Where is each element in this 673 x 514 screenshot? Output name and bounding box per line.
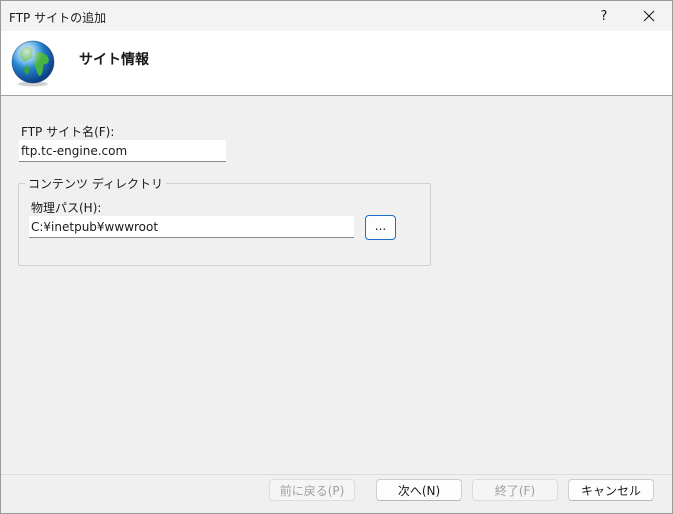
content-directory-label: コンテンツ ディレクトリ xyxy=(25,175,166,192)
finish-label: 終了(F) xyxy=(494,483,536,498)
next-button[interactable]: 次へ(N) xyxy=(376,479,462,501)
physical-path-input[interactable] xyxy=(29,216,354,238)
browse-label: ... xyxy=(374,219,387,233)
help-label: ? xyxy=(600,8,608,24)
close-icon xyxy=(643,10,655,22)
browse-button[interactable]: ... xyxy=(365,215,396,240)
wizard-header: サイト情報 xyxy=(1,31,672,96)
page-heading: サイト情報 xyxy=(79,52,149,68)
help-button[interactable]: ? xyxy=(582,1,626,31)
cancel-label: キャンセル xyxy=(580,483,641,498)
footer-separator xyxy=(1,474,672,475)
finish-button[interactable]: 終了(F) xyxy=(472,479,558,501)
close-button[interactable] xyxy=(627,1,671,31)
window-title: FTP サイトの追加 xyxy=(9,11,107,25)
back-button[interactable]: 前に戻る(P) xyxy=(269,479,355,501)
physical-path-label: 物理パス(H): xyxy=(31,201,102,215)
next-label: 次へ(N) xyxy=(397,483,441,498)
title-bar: FTP サイトの追加 ? xyxy=(1,1,672,31)
content-directory-group: コンテンツ ディレクトリ 物理パス(H): ... xyxy=(18,175,431,266)
site-name-label: FTP サイト名(F): xyxy=(21,125,115,139)
cancel-button[interactable]: キャンセル xyxy=(568,479,654,501)
globe-icon xyxy=(11,40,55,87)
back-label: 前に戻る(P) xyxy=(279,483,345,498)
site-name-input[interactable] xyxy=(19,140,226,162)
add-ftp-site-dialog: FTP サイトの追加 ? サイト情報 FTP サイト名(F): ftp.tc-e… xyxy=(0,0,673,514)
